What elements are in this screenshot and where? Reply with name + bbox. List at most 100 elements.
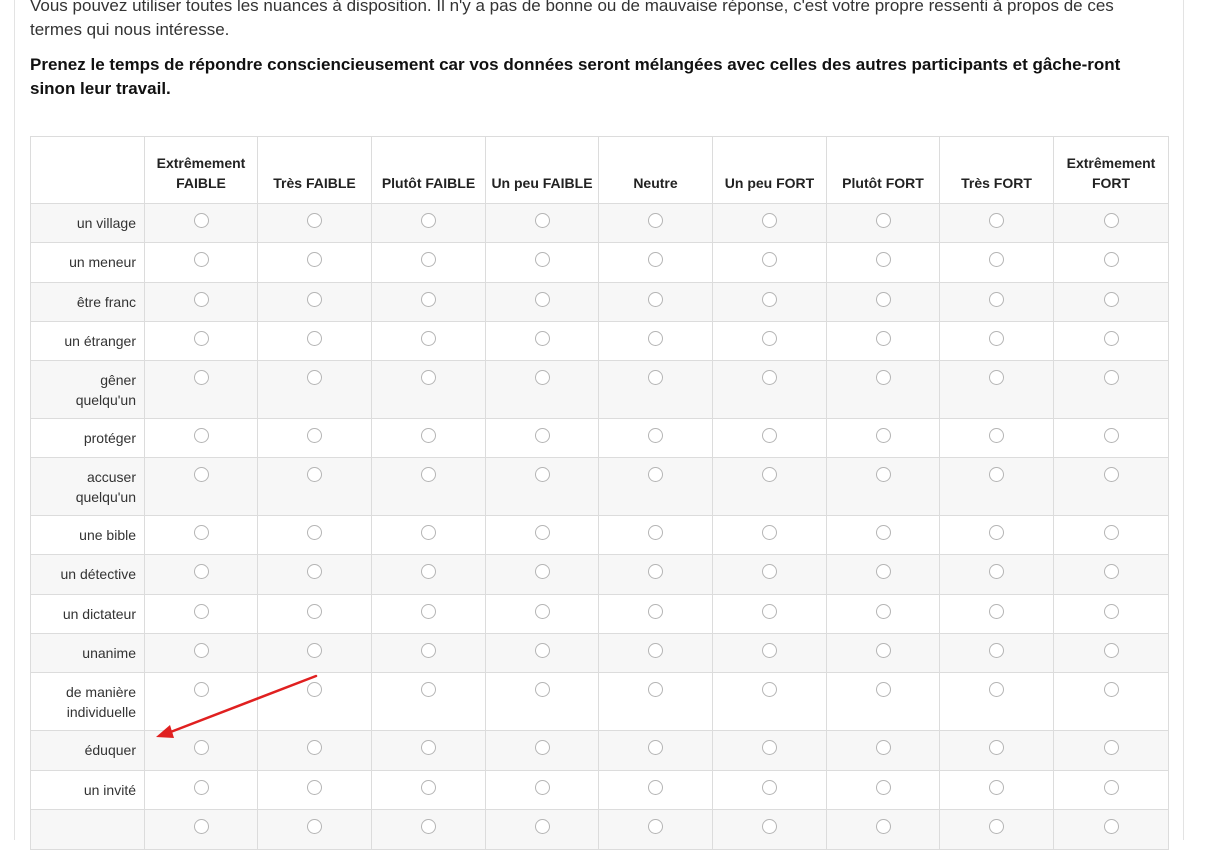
radio-cell[interactable] xyxy=(257,203,372,243)
radio-button[interactable] xyxy=(648,643,663,658)
radio-button[interactable] xyxy=(648,740,663,755)
radio-cell[interactable] xyxy=(939,672,1054,731)
radio-cell[interactable] xyxy=(257,282,372,322)
radio-cell[interactable] xyxy=(826,321,940,361)
radio-button[interactable] xyxy=(421,604,436,619)
radio-button[interactable] xyxy=(1103,252,1119,267)
radio-cell[interactable] xyxy=(485,730,599,771)
radio-cell[interactable] xyxy=(144,554,258,595)
radio-cell[interactable] xyxy=(485,594,599,634)
radio-button[interactable] xyxy=(193,740,209,755)
radio-button[interactable] xyxy=(875,740,891,755)
radio-cell[interactable] xyxy=(144,360,258,419)
radio-cell[interactable] xyxy=(939,321,1054,361)
radio-button[interactable] xyxy=(875,467,891,482)
radio-cell[interactable] xyxy=(939,203,1054,243)
radio-button[interactable] xyxy=(989,682,1004,697)
radio-cell[interactable] xyxy=(371,418,486,458)
radio-button[interactable] xyxy=(875,428,891,443)
radio-button[interactable] xyxy=(989,252,1004,267)
radio-button[interactable] xyxy=(1103,643,1119,658)
radio-cell[interactable] xyxy=(485,203,599,243)
radio-cell[interactable] xyxy=(712,282,827,322)
radio-button[interactable] xyxy=(648,428,663,443)
radio-cell[interactable] xyxy=(712,515,827,555)
radio-button[interactable] xyxy=(307,740,322,755)
radio-button[interactable] xyxy=(307,819,322,834)
radio-cell[interactable] xyxy=(712,554,827,595)
radio-button[interactable] xyxy=(307,525,322,540)
radio-button[interactable] xyxy=(1103,682,1119,697)
radio-cell[interactable] xyxy=(144,203,258,243)
radio-button[interactable] xyxy=(1103,740,1119,755)
radio-cell[interactable] xyxy=(939,809,1054,850)
radio-button[interactable] xyxy=(307,213,322,228)
radio-button[interactable] xyxy=(534,643,550,658)
radio-button[interactable] xyxy=(534,213,550,228)
radio-button[interactable] xyxy=(193,467,209,482)
radio-cell[interactable] xyxy=(598,321,713,361)
radio-cell[interactable] xyxy=(826,203,940,243)
radio-button[interactable] xyxy=(1103,780,1119,795)
radio-cell[interactable] xyxy=(371,594,486,634)
radio-cell[interactable] xyxy=(598,770,713,810)
radio-button[interactable] xyxy=(648,331,663,346)
radio-cell[interactable] xyxy=(371,515,486,555)
radio-button[interactable] xyxy=(875,564,891,579)
radio-cell[interactable] xyxy=(257,672,372,731)
radio-cell[interactable] xyxy=(826,730,940,771)
radio-cell[interactable] xyxy=(485,809,599,850)
radio-cell[interactable] xyxy=(371,282,486,322)
radio-button[interactable] xyxy=(193,643,209,658)
radio-cell[interactable] xyxy=(144,457,258,516)
radio-cell[interactable] xyxy=(939,594,1054,634)
radio-cell[interactable] xyxy=(1053,672,1169,731)
radio-button[interactable] xyxy=(421,213,436,228)
radio-cell[interactable] xyxy=(371,457,486,516)
radio-button[interactable] xyxy=(534,740,550,755)
radio-button[interactable] xyxy=(875,819,891,834)
radio-cell[interactable] xyxy=(939,242,1054,283)
radio-cell[interactable] xyxy=(144,730,258,771)
radio-button[interactable] xyxy=(534,428,550,443)
radio-button[interactable] xyxy=(193,819,209,834)
radio-button[interactable] xyxy=(534,370,550,385)
radio-cell[interactable] xyxy=(1053,360,1169,419)
radio-cell[interactable] xyxy=(144,282,258,322)
radio-button[interactable] xyxy=(534,525,550,540)
radio-button[interactable] xyxy=(875,643,891,658)
radio-cell[interactable] xyxy=(598,418,713,458)
radio-button[interactable] xyxy=(307,252,322,267)
radio-button[interactable] xyxy=(1103,467,1119,482)
radio-cell[interactable] xyxy=(826,633,940,673)
radio-cell[interactable] xyxy=(939,770,1054,810)
radio-button[interactable] xyxy=(875,682,891,697)
radio-cell[interactable] xyxy=(712,770,827,810)
radio-button[interactable] xyxy=(193,428,209,443)
radio-cell[interactable] xyxy=(939,360,1054,419)
radio-button[interactable] xyxy=(534,819,550,834)
radio-button[interactable] xyxy=(534,780,550,795)
radio-cell[interactable] xyxy=(485,633,599,673)
radio-button[interactable] xyxy=(648,525,663,540)
radio-button[interactable] xyxy=(875,252,891,267)
radio-button[interactable] xyxy=(421,467,436,482)
radio-button[interactable] xyxy=(421,682,436,697)
radio-cell[interactable] xyxy=(485,457,599,516)
radio-button[interactable] xyxy=(193,564,209,579)
radio-cell[interactable] xyxy=(1053,515,1169,555)
radio-cell[interactable] xyxy=(826,242,940,283)
radio-button[interactable] xyxy=(762,370,777,385)
radio-button[interactable] xyxy=(421,740,436,755)
radio-cell[interactable] xyxy=(1053,730,1169,771)
radio-button[interactable] xyxy=(989,213,1004,228)
radio-button[interactable] xyxy=(989,780,1004,795)
radio-button[interactable] xyxy=(307,780,322,795)
radio-button[interactable] xyxy=(762,643,777,658)
radio-cell[interactable] xyxy=(826,809,940,850)
radio-button[interactable] xyxy=(193,525,209,540)
radio-button[interactable] xyxy=(1103,525,1119,540)
radio-button[interactable] xyxy=(193,682,209,697)
radio-cell[interactable] xyxy=(371,730,486,771)
radio-button[interactable] xyxy=(193,604,209,619)
